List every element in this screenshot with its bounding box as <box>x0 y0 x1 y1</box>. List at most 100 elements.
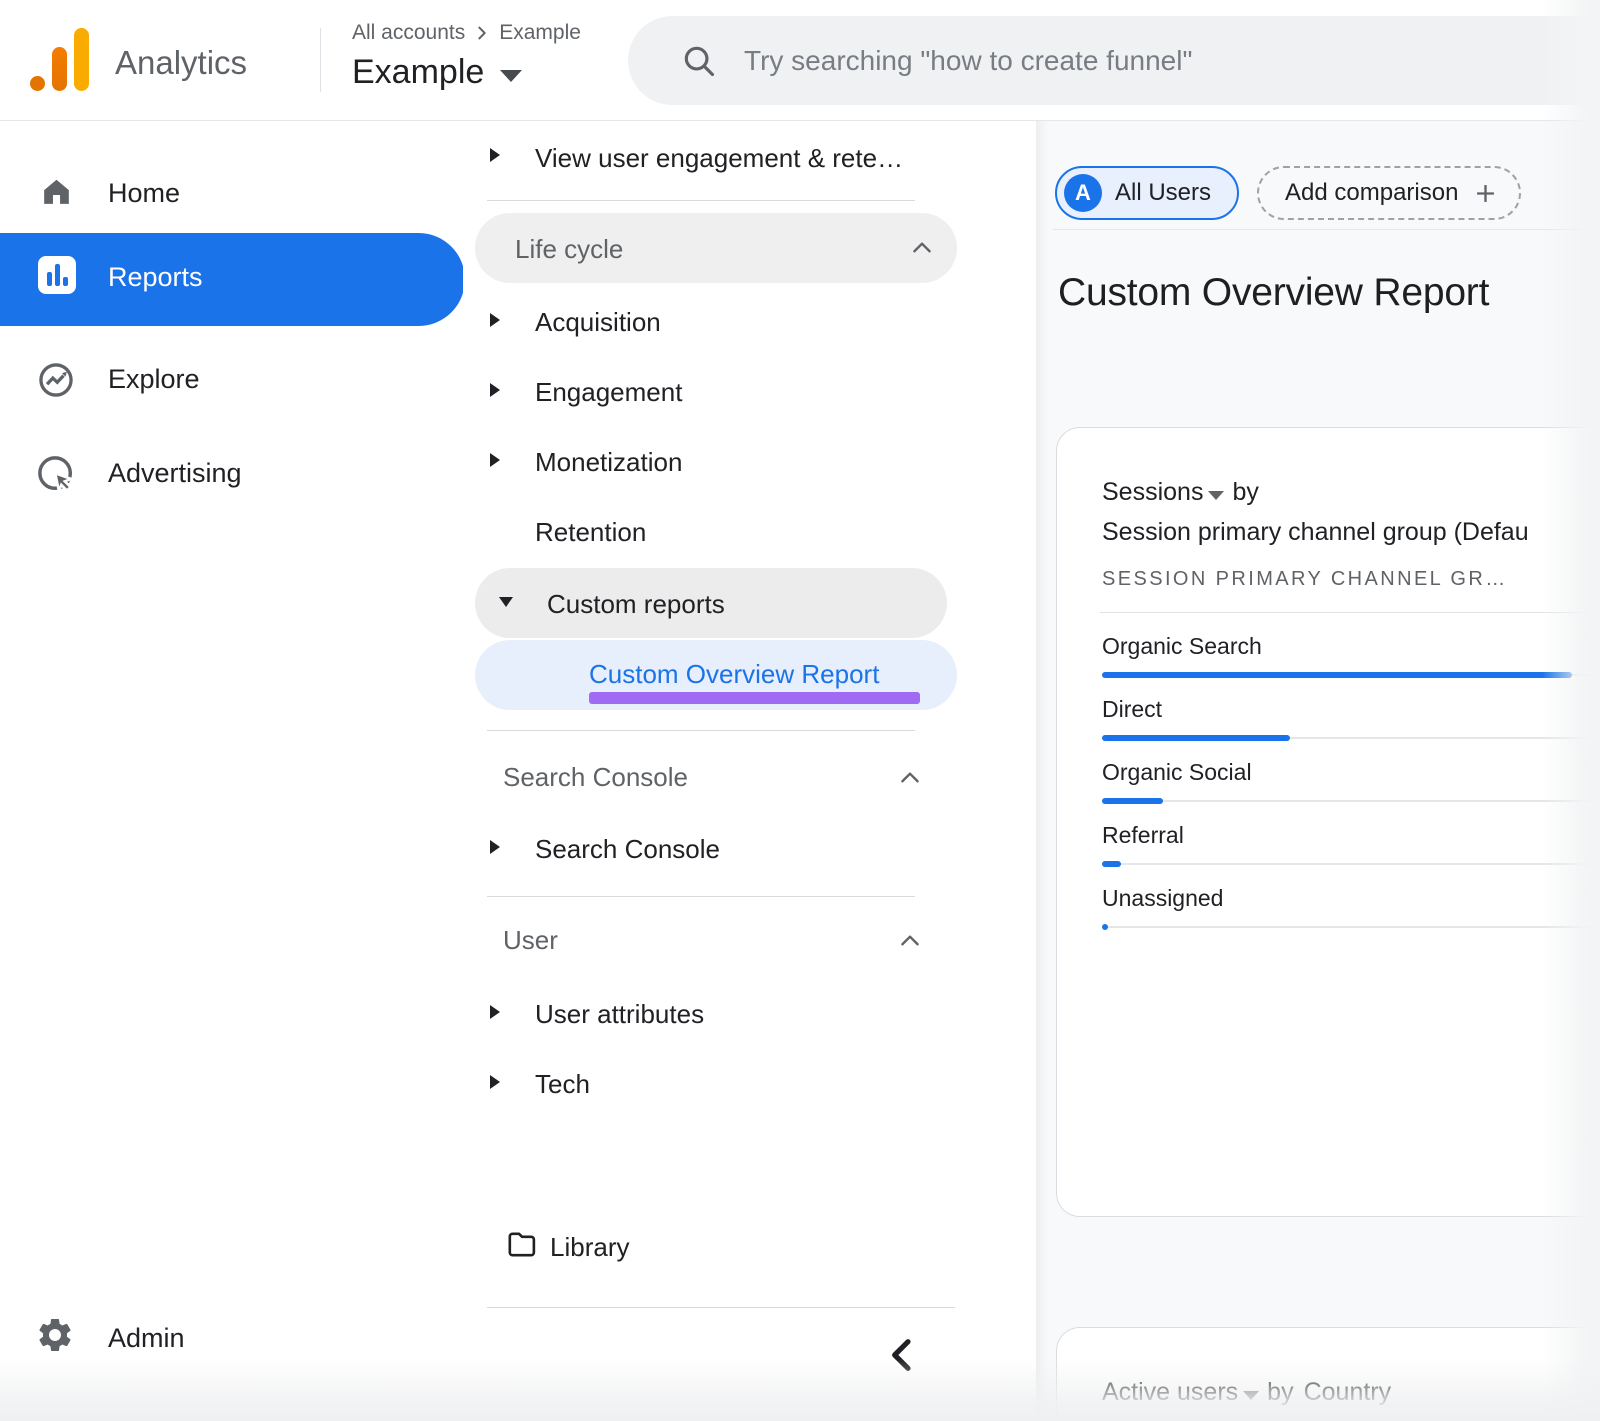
toolbar-divider <box>1053 229 1600 230</box>
bar-fill <box>1102 672 1572 678</box>
metric-selector[interactable]: Sessions by <box>1102 478 1529 507</box>
nav-item-custom-overview-report[interactable]: Custom Overview Report <box>475 640 957 710</box>
expand-arrow-icon <box>490 1005 500 1019</box>
search-icon <box>680 42 718 80</box>
channel-row: Direct <box>1102 696 1600 759</box>
header-divider <box>320 28 321 92</box>
nav-item-label: Library <box>550 1232 629 1263</box>
expand-arrow-icon <box>490 1075 500 1089</box>
metric-by-label: by <box>1267 1378 1293 1407</box>
search-placeholder: Try searching "how to create funnel" <box>744 45 1192 77</box>
metric-selector[interactable]: Active users by Country <box>1102 1378 1391 1407</box>
nav-item-label: User attributes <box>535 999 704 1030</box>
bar-fill <box>1102 798 1163 804</box>
nav-item-label: Monetization <box>535 447 682 478</box>
all-users-chip[interactable]: A All Users <box>1055 166 1239 220</box>
card-header: Sessions by Session primary channel grou… <box>1102 478 1529 591</box>
sidebar-item-label: Explore <box>108 364 200 395</box>
sessions-by-channel-card: Sessions by Session primary channel grou… <box>1056 427 1600 1217</box>
chevron-up-icon <box>897 765 923 791</box>
nav-divider <box>487 896 915 897</box>
nav-item-label: View user engagement & rete… <box>535 143 903 174</box>
expand-arrow-icon <box>490 840 500 854</box>
caret-down-icon <box>500 70 522 82</box>
expand-arrow-icon <box>490 453 500 467</box>
nav-item-label: Custom Overview Report <box>589 659 879 690</box>
gear-icon <box>35 1315 75 1355</box>
explore-icon <box>35 359 77 401</box>
nav-item-label: Engagement <box>535 377 682 408</box>
dimension-selector[interactable]: Session primary channel group (Defau <box>1102 518 1529 547</box>
nav-section-lifecycle[interactable]: Life cycle <box>475 213 957 283</box>
card-divider <box>1100 612 1600 613</box>
sidebar-item-label: Reports <box>108 262 203 293</box>
bar-label: Unassigned <box>1102 885 1223 912</box>
audience-avatar: A <box>1064 174 1102 212</box>
dimension-name: Country <box>1304 1378 1392 1407</box>
bar-label: Organic Search <box>1102 633 1262 660</box>
active-users-by-country-card: Active users by Country <box>1056 1327 1600 1421</box>
channel-row: Organic Search <box>1102 633 1600 696</box>
nav-section-label: Search Console <box>503 762 688 793</box>
caret-down-icon <box>1243 1391 1259 1400</box>
folder-icon <box>505 1228 538 1261</box>
nav-item-label: Acquisition <box>535 307 661 338</box>
collapse-nav-button[interactable] <box>883 1333 927 1377</box>
plus-icon <box>1472 180 1499 207</box>
breadcrumb: All accounts Example <box>352 21 581 45</box>
expand-arrow-icon <box>490 313 500 327</box>
product-name: Analytics <box>115 44 247 82</box>
analytics-logo-tallbar-icon <box>74 28 89 91</box>
chevron-up-icon <box>897 928 923 954</box>
dimension-name: Session primary channel group (Defau <box>1102 518 1529 547</box>
search-input[interactable]: Try searching "how to create funnel" <box>628 16 1600 105</box>
bar <box>1102 798 1572 804</box>
bar-track <box>1102 863 1600 865</box>
comparison-bar: A All Users Add comparison <box>1055 166 1521 220</box>
bar <box>1102 861 1572 867</box>
nav-item-custom-reports[interactable]: Custom reports <box>475 568 947 638</box>
expand-arrow-icon <box>490 148 500 162</box>
advertising-icon <box>34 452 78 496</box>
property-selector[interactable]: Example <box>352 53 522 92</box>
breadcrumb-current: Example <box>499 21 581 45</box>
metric-name: Active users <box>1102 1378 1238 1407</box>
ga4-app-window: Analytics All accounts Example Example T… <box>0 0 1600 1421</box>
nav-item-label: Search Console <box>535 834 720 865</box>
audience-label: All Users <box>1115 179 1211 207</box>
add-comparison-button[interactable]: Add comparison <box>1257 166 1521 220</box>
reports-icon <box>38 256 76 294</box>
bar-fill <box>1102 861 1121 867</box>
column-header[interactable]: SESSION PRIMARY CHANNEL GR… <box>1102 568 1529 591</box>
chevron-up-icon <box>909 235 935 261</box>
bar <box>1102 924 1572 930</box>
sidebar-item-reports[interactable]: Reports <box>0 233 465 326</box>
bar <box>1102 735 1572 741</box>
analytics-logo-bar-icon <box>52 47 67 91</box>
sidebar-item-label: Admin <box>108 1323 185 1354</box>
nav-section-label: User <box>503 925 558 956</box>
channel-row: Unassigned <box>1102 885 1600 948</box>
reports-nav-panel: View user engagement & rete… Life cycle … <box>463 121 1036 1421</box>
nav-divider <box>487 730 915 731</box>
analytics-logo-dot-icon <box>30 76 45 91</box>
bar <box>1102 672 1572 678</box>
expand-arrow-icon <box>490 383 500 397</box>
bar-label: Referral <box>1102 822 1184 849</box>
nav-item-label: Tech <box>535 1069 590 1100</box>
collapse-arrow-icon <box>499 597 513 607</box>
breadcrumb-root: All accounts <box>352 21 465 45</box>
annotation-underline <box>589 692 920 704</box>
bar-fill <box>1102 924 1108 930</box>
sidebar-item-label: Advertising <box>108 458 242 489</box>
chevron-right-icon <box>473 24 491 42</box>
bar-fill <box>1102 735 1290 741</box>
home-icon <box>38 173 75 210</box>
property-selector-label: Example <box>352 53 484 92</box>
nav-divider <box>487 1307 955 1308</box>
add-comparison-label: Add comparison <box>1285 179 1458 207</box>
nav-item-label: Custom reports <box>547 589 725 620</box>
primary-sidebar: Home Reports Explore Advertising <box>0 121 463 1421</box>
top-header: Analytics All accounts Example Example T… <box>0 0 1600 121</box>
page-title: Custom Overview Report <box>1058 271 1489 315</box>
